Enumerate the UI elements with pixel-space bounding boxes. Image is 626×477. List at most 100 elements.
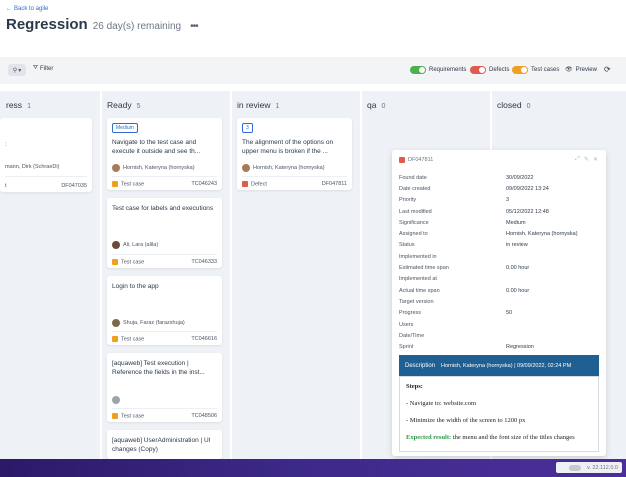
testcases-toggle[interactable]: Test cases — [512, 66, 559, 74]
panel-actions: ⤢ ✎ ✕ — [575, 156, 598, 163]
column-divider — [360, 91, 362, 459]
card-type: Test case — [121, 259, 145, 265]
steps-heading: Steps: — [406, 383, 423, 390]
priority-badge: 3 — [242, 123, 253, 133]
kanban-card[interactable]: : mann, Dirk (SchraeDi) t DF047035 — [0, 118, 92, 192]
field-value: 30/09/2022 — [506, 174, 534, 181]
kanban-card[interactable]: [aquaweb] UserAdministration | UI change… — [107, 430, 222, 459]
field-row: Date created 09/09/2022 13:24 — [399, 183, 599, 194]
filter-button[interactable]: ⛛ Filter — [33, 65, 53, 72]
avatar — [112, 396, 120, 404]
card-assignee: Ali, Lara (alila) — [112, 241, 158, 249]
description-meta: Hornish, Kateryna (hornyska) | 09/09/202… — [441, 363, 571, 369]
card-divider — [112, 408, 217, 409]
preview-label: Preview — [575, 66, 597, 73]
field-value: Regression — [506, 344, 534, 351]
field-row: Assigned to Hornish, Kateryna (hornyska) — [399, 228, 599, 239]
card-type: Test case — [121, 413, 145, 419]
card-assignee: Hornish, Kateryna (hornyska) — [242, 164, 325, 172]
card-divider — [112, 254, 217, 255]
testcase-icon — [112, 258, 118, 265]
field-row: Last modified 05/12/2022 12:48 — [399, 206, 599, 217]
step-text: - Minimize the width of the screen to 12… — [406, 417, 526, 424]
item-preview-panel: DF047811 ⤢ ✎ ✕ Found date 30/09/2022 Date… — [392, 150, 606, 456]
avatar — [112, 241, 120, 249]
card-type: Test case — [121, 181, 145, 187]
search-icon: ⚲ — [12, 67, 18, 74]
preview-button[interactable]: 👁 Preview — [565, 66, 597, 74]
field-label: Sprint — [399, 344, 414, 351]
back-link-label: Back to agile — [14, 6, 49, 12]
kanban-card[interactable]: Login to the app Shuja, Faraz (farazshuj… — [107, 276, 222, 345]
field-row: Users — [399, 319, 599, 330]
field-row: Status in review — [399, 240, 599, 251]
defects-label: Defects — [489, 67, 510, 73]
kanban-card[interactable]: Medium Navigate to the test case and exe… — [107, 118, 222, 190]
defects-switch[interactable] — [470, 66, 486, 74]
assignee-name: mann, Dirk (SchraeDi) — [5, 164, 60, 170]
assignee-name: Hornish, Kateryna (hornyska) — [123, 165, 195, 171]
field-label: Implemented at — [399, 276, 437, 283]
field-row: Actual time span 0.00 hour — [399, 285, 599, 296]
theme-toggle[interactable] — [569, 464, 581, 471]
card-divider — [242, 176, 347, 177]
chevron-down-icon: ▾ — [18, 67, 22, 74]
card-id: TC046616 — [191, 335, 217, 342]
column-count: 1 — [275, 103, 280, 110]
refresh-icon[interactable]: ⟳ — [604, 65, 611, 74]
search-button[interactable]: ⚲ ▾ — [8, 64, 26, 76]
close-icon[interactable]: ✕ — [593, 156, 598, 163]
field-value: 0.00 hour — [506, 265, 530, 272]
card-title: [aquaweb] UserAdministration | UI change… — [112, 437, 211, 453]
field-row: Progress 50 — [399, 308, 599, 319]
expand-icon[interactable]: ⤢ — [575, 156, 580, 163]
page-title: Regression — [6, 16, 88, 33]
card-title: Login to the app — [112, 283, 159, 290]
card-assignee: Shuja, Faraz (farazshuja) — [112, 319, 185, 327]
card-title: Test case for labels and executions — [112, 205, 214, 212]
card-id: DF047035 — [61, 183, 87, 189]
column-name: qa — [367, 100, 377, 110]
column-divider — [100, 91, 102, 459]
column-divider — [230, 91, 232, 459]
requirements-toggle[interactable]: Requirements — [410, 66, 466, 74]
kanban-card[interactable]: [aquaweb] Test execution | Reference the… — [107, 353, 222, 422]
defects-toggle[interactable]: Defects — [470, 66, 509, 74]
filter-label: Filter — [40, 65, 54, 72]
version-text: v. 22.112.0.0 — [587, 464, 618, 471]
column-header-in-progress: ress 1 — [6, 100, 31, 110]
testcase-icon — [112, 335, 118, 342]
testcase-icon — [112, 412, 118, 419]
more-options-icon[interactable]: ••• — [190, 21, 198, 32]
field-row: Target version — [399, 296, 599, 307]
avatar — [112, 164, 120, 172]
days-remaining: 26 day(s) remaining — [92, 21, 182, 32]
column-header-closed: closed 0 — [497, 100, 530, 110]
kanban-card[interactable]: Test case for labels and executions Ali,… — [107, 198, 222, 268]
field-label: Estimated time span — [399, 265, 449, 272]
testcase-icon — [112, 180, 118, 187]
field-label: Found date — [399, 174, 427, 181]
field-value: 50 — [506, 310, 513, 317]
back-to-agile-link[interactable]: ← Back to agile — [6, 6, 48, 12]
testcases-switch[interactable] — [512, 66, 528, 74]
field-label: Significance — [399, 219, 429, 226]
card-type: Defect — [251, 181, 267, 187]
card-footer: Test case TC046616 — [112, 335, 217, 342]
column-header-ready: Ready 5 — [107, 100, 140, 110]
column-header-in-review: in review 1 — [237, 100, 279, 110]
field-row: Sprint Regression — [399, 341, 599, 352]
kanban-card[interactable]: 3 The alignment of the options on upper … — [237, 118, 352, 190]
expected-text: the menu and the font size of the titles… — [451, 434, 575, 441]
edit-icon[interactable]: ✎ — [584, 156, 589, 163]
card-type: t — [5, 183, 7, 189]
card-title: The alignment of the options on upper me… — [242, 139, 334, 155]
card-id: TC048506 — [191, 412, 217, 419]
step-text: - Navigate to: website.com — [406, 400, 477, 407]
defect-icon — [399, 157, 405, 163]
requirements-switch[interactable] — [410, 66, 426, 74]
expected-label: Expected result: — [406, 434, 452, 441]
description-label: Description — [405, 362, 436, 369]
field-value: 05/12/2022 12:48 — [506, 208, 549, 215]
ellipsis-text: : — [5, 142, 7, 148]
